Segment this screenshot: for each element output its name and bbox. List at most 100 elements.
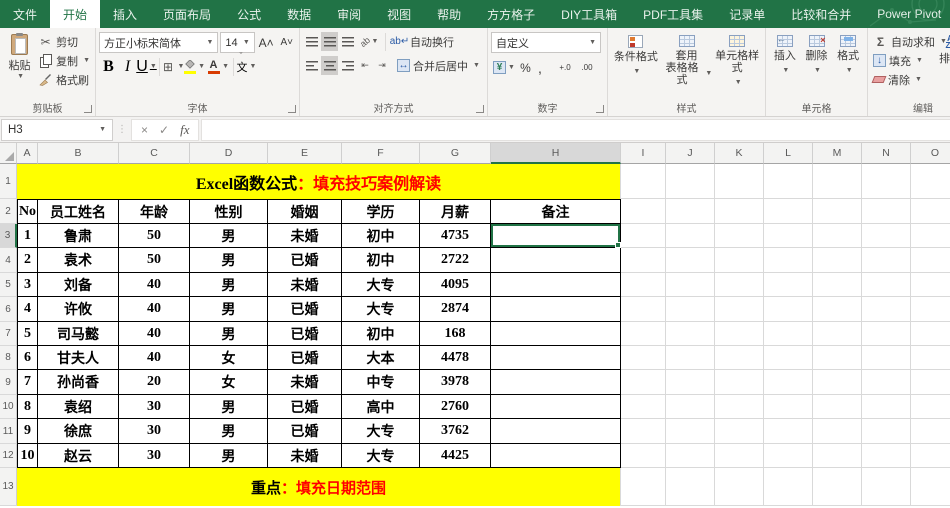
- row-header-4[interactable]: 4: [0, 248, 17, 273]
- cell-K13[interactable]: [715, 468, 764, 506]
- cell-B3[interactable]: 鲁肃: [38, 224, 119, 248]
- cell-K8[interactable]: [715, 346, 764, 370]
- cell-D10[interactable]: 男: [190, 395, 268, 419]
- row-header-1[interactable]: 1: [0, 164, 17, 199]
- cell-J6[interactable]: [666, 297, 715, 322]
- cell-D3[interactable]: 男: [190, 224, 268, 248]
- sort-filter-button[interactable]: AZ↓ 排序: [928, 32, 950, 66]
- cell-K12[interactable]: [715, 444, 764, 468]
- cell-C4[interactable]: 50: [119, 248, 190, 273]
- cell-I10[interactable]: [621, 395, 666, 419]
- cell-J13[interactable]: [666, 468, 715, 506]
- cell-K1[interactable]: [715, 164, 764, 199]
- cell-L10[interactable]: [764, 395, 813, 419]
- cell-L7[interactable]: [764, 322, 813, 346]
- cell-M5[interactable]: [813, 273, 862, 297]
- cell-G7[interactable]: 168: [420, 322, 491, 346]
- align-center-button[interactable]: [321, 56, 338, 75]
- cell-A5[interactable]: 3: [17, 273, 38, 297]
- cell-M9[interactable]: [813, 370, 862, 395]
- cell-G9[interactable]: 3978: [420, 370, 491, 395]
- cell-E4[interactable]: 已婚: [268, 248, 342, 273]
- cell-I4[interactable]: [621, 248, 666, 273]
- borders-button[interactable]: ⊞ ▼: [163, 57, 184, 76]
- cell-M2[interactable]: [813, 199, 862, 224]
- cell-D11[interactable]: 男: [190, 419, 268, 444]
- row-header-7[interactable]: 7: [0, 322, 17, 346]
- decrease-indent-button[interactable]: ⇤: [357, 56, 373, 75]
- row-header-9[interactable]: 9: [0, 370, 17, 395]
- merge-center-button[interactable]: ↔ 合并后居中 ▼: [395, 56, 482, 75]
- cell-G2[interactable]: 月薪: [420, 199, 491, 224]
- dialog-launcher-icon[interactable]: [476, 105, 484, 113]
- tab-Power Pivot[interactable]: Power Pivot: [864, 0, 950, 28]
- cell-C8[interactable]: 40: [119, 346, 190, 370]
- cell-D2[interactable]: 性别: [190, 199, 268, 224]
- cell-H4[interactable]: [491, 248, 621, 273]
- cell-F8[interactable]: 大本: [342, 346, 420, 370]
- cell-N4[interactable]: [862, 248, 911, 273]
- cell-O1[interactable]: [911, 164, 950, 199]
- cell-M12[interactable]: [813, 444, 862, 468]
- cell-K7[interactable]: [715, 322, 764, 346]
- cell-L12[interactable]: [764, 444, 813, 468]
- phonetic-guide-button[interactable]: 文▼: [237, 51, 257, 76]
- cell-O12[interactable]: [911, 444, 950, 468]
- cell-J8[interactable]: [666, 346, 715, 370]
- cell-A11[interactable]: 9: [17, 419, 38, 444]
- formula-input[interactable]: [201, 118, 950, 141]
- cell-C5[interactable]: 40: [119, 273, 190, 297]
- cell-H10[interactable]: [491, 395, 621, 419]
- delete-cells-button[interactable]: × 删除 ▼: [801, 32, 833, 77]
- cell-A3[interactable]: 1: [17, 224, 38, 248]
- cell-A12[interactable]: 10: [17, 444, 38, 468]
- row-header-12[interactable]: 12: [0, 444, 17, 468]
- cell-B12[interactable]: 赵云: [38, 444, 119, 468]
- cell-E2[interactable]: 婚姻: [268, 199, 342, 224]
- cell-F2[interactable]: 学历: [342, 199, 420, 224]
- cell-F3[interactable]: 初中: [342, 224, 420, 248]
- cell-K2[interactable]: [715, 199, 764, 224]
- cell-K6[interactable]: [715, 297, 764, 322]
- increase-indent-button[interactable]: ⇥: [374, 56, 390, 75]
- cell-A8[interactable]: 6: [17, 346, 38, 370]
- select-all-button[interactable]: [0, 143, 17, 164]
- cell-L4[interactable]: [764, 248, 813, 273]
- cell-M11[interactable]: [813, 419, 862, 444]
- row-header-10[interactable]: 10: [0, 395, 17, 419]
- cell-F5[interactable]: 大专: [342, 273, 420, 297]
- cell-L6[interactable]: [764, 297, 813, 322]
- cell-F11[interactable]: 大专: [342, 419, 420, 444]
- cell-H9[interactable]: [491, 370, 621, 395]
- cell-N12[interactable]: [862, 444, 911, 468]
- cell-H8[interactable]: [491, 346, 621, 370]
- cell-C3[interactable]: 50: [119, 224, 190, 248]
- cell-A10[interactable]: 8: [17, 395, 38, 419]
- fill-color-button[interactable]: ▼: [182, 57, 206, 76]
- cell-I13[interactable]: [621, 468, 666, 506]
- cell-A9[interactable]: 7: [17, 370, 38, 395]
- cell-E12[interactable]: 未婚: [268, 444, 342, 468]
- cell-J4[interactable]: [666, 248, 715, 273]
- cell-E9[interactable]: 未婚: [268, 370, 342, 395]
- cell-N13[interactable]: [862, 468, 911, 506]
- wrap-text-button[interactable]: ab↵ 自动换行: [390, 32, 456, 51]
- increase-decimal-button[interactable]: +.0: [554, 58, 576, 77]
- cell-C9[interactable]: 20: [119, 370, 190, 395]
- cell-E5[interactable]: 未婚: [268, 273, 342, 297]
- cell-G4[interactable]: 2722: [420, 248, 491, 273]
- cell-M10[interactable]: [813, 395, 862, 419]
- row-header-5[interactable]: 5: [0, 273, 17, 297]
- cancel-icon[interactable]: ×: [141, 123, 148, 137]
- name-box[interactable]: H3 ▼: [1, 118, 113, 141]
- cell-N2[interactable]: [862, 199, 911, 224]
- insert-function-icon[interactable]: fx: [180, 122, 189, 138]
- cell-J9[interactable]: [666, 370, 715, 395]
- cell-H3[interactable]: [491, 224, 621, 248]
- row-header-11[interactable]: 11: [0, 419, 17, 444]
- cell-E6[interactable]: 已婚: [268, 297, 342, 322]
- cell-B8[interactable]: 甘夫人: [38, 346, 119, 370]
- cell-I2[interactable]: [621, 199, 666, 224]
- column-header-M[interactable]: M: [813, 143, 862, 164]
- column-header-N[interactable]: N: [862, 143, 911, 164]
